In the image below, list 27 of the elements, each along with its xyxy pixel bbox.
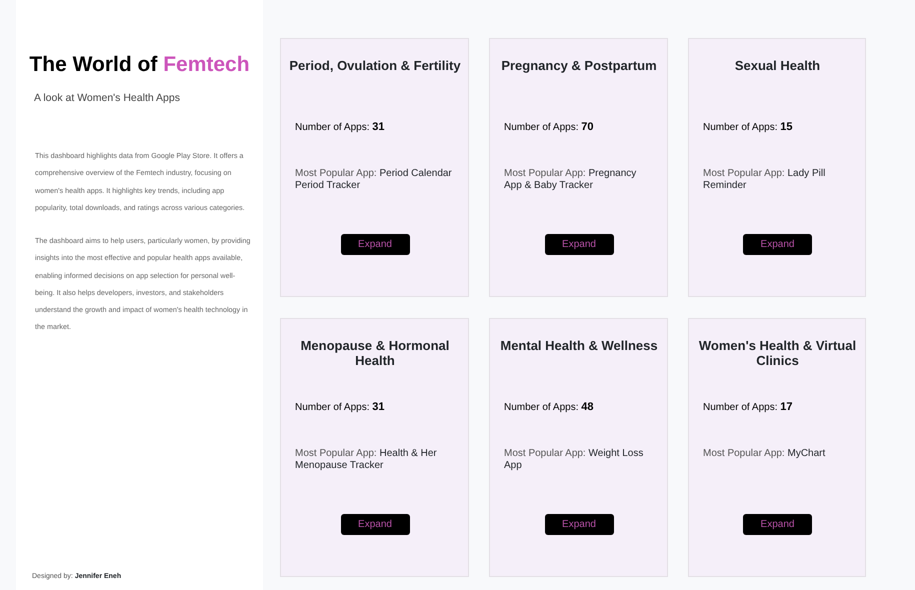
card-title: Mental Health & Wellness (499, 339, 659, 355)
dashboard-title-highlight: Femtech (163, 53, 250, 76)
app-count: Number of Apps: 17 (703, 400, 794, 415)
dashboard-subtitle: A look at Women's Health Apps (34, 91, 181, 106)
app-count: Number of Apps: 31 (295, 400, 386, 415)
popular-app: Most Popular App: Weight Loss App (504, 448, 644, 472)
card-title: Women's Health & Virtual Clinics (698, 339, 858, 370)
popular-app: Most Popular App: Health & Her Menopause Tracker (295, 448, 438, 472)
popular-app: Most Popular App: Lady Pill Reminder (703, 168, 826, 192)
popular-app: Most Popular App: Period Calendar Period Tracker (295, 168, 453, 192)
app-count: Number of Apps: 48 (504, 400, 595, 415)
popular-app: Most Popular App: Pregnancy App & Baby Tracker (504, 168, 638, 192)
card-title: Sexual Health (734, 59, 822, 75)
popular-app: Most Popular App: MyChart (703, 448, 826, 460)
app-count: Number of Apps: 70 (504, 120, 595, 135)
dashboard-title: The World of (29, 53, 158, 76)
expand-button[interactable]: Expand (340, 514, 410, 535)
expand-button[interactable]: Expand (743, 514, 812, 535)
expand-button[interactable]: Expand (340, 234, 410, 255)
expand-button[interactable]: Expand (544, 234, 614, 255)
app-count: Number of Apps: 15 (703, 120, 794, 135)
expand-button[interactable]: Expand (743, 234, 812, 255)
expand-button[interactable]: Expand (544, 514, 614, 535)
card-title: Menopause & Hormonal Health (300, 339, 450, 370)
app-count: Number of Apps: 31 (295, 120, 386, 135)
card-title: Pregnancy & Postpartum (500, 59, 658, 75)
card-title: Period, Ovulation & Fertility (288, 59, 462, 75)
